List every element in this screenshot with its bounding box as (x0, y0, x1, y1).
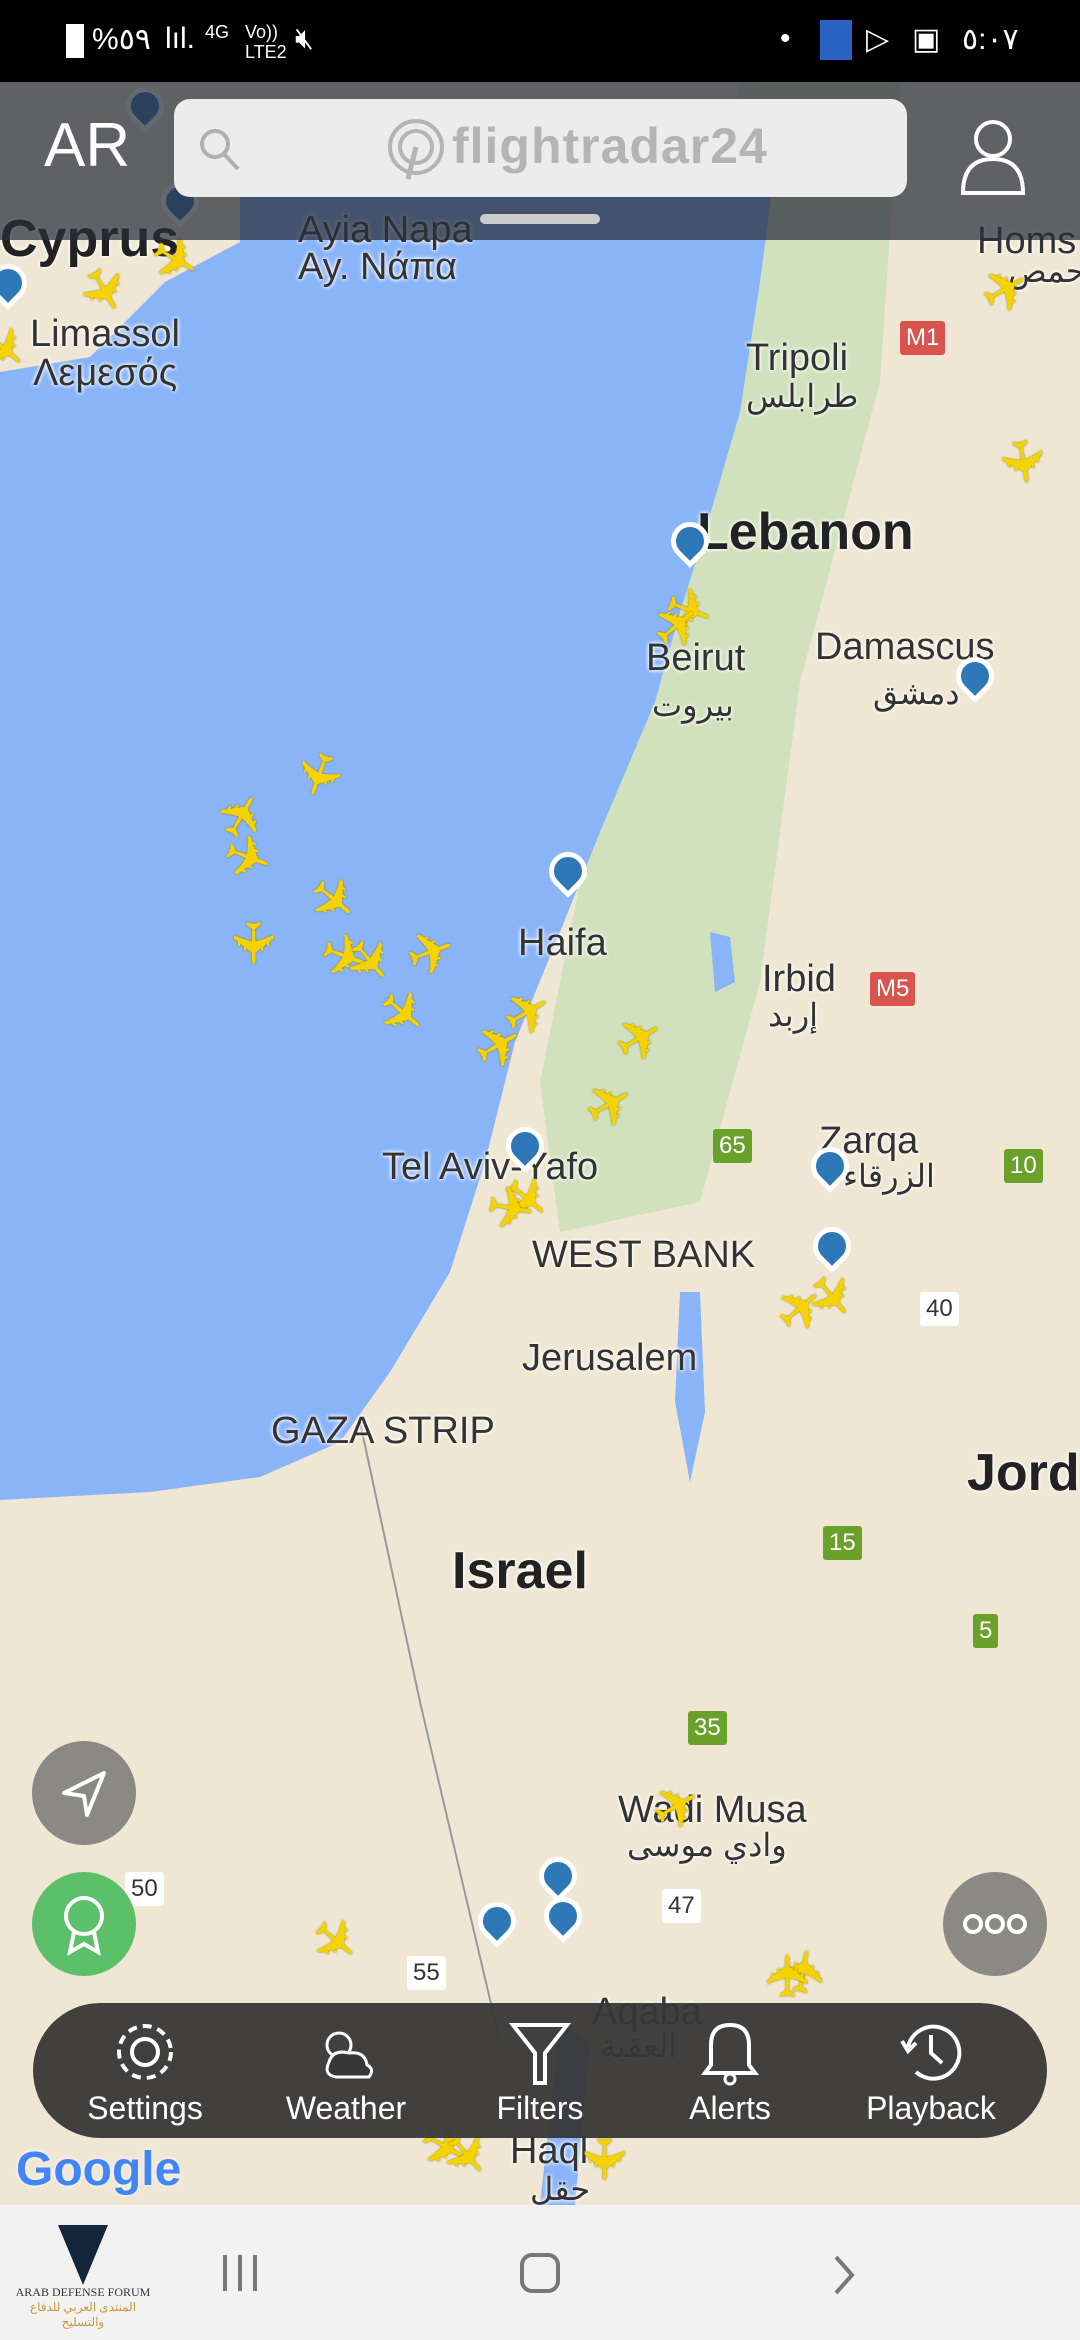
aircraft-marker[interactable]: ✈ (481, 1173, 540, 1245)
aircraft-marker[interactable]: ✈ (219, 919, 284, 968)
aircraft-marker[interactable]: ✈ (986, 432, 1058, 491)
road-shield: 5 (973, 1614, 999, 1648)
map-label: Tripoli (746, 337, 849, 379)
map-label: Limassol (30, 313, 180, 355)
road-shield: M5 (870, 972, 916, 1006)
playback-button[interactable]: Playback (841, 2003, 1021, 2138)
map-label: Jord (967, 1444, 1080, 1502)
radar-logo-icon (388, 119, 444, 180)
battery-percent: %٥٩ (92, 23, 151, 56)
aircraft-marker[interactable]: ✈ (756, 1952, 821, 2001)
recent-apps-button[interactable] (215, 2253, 265, 2293)
map-label: إربد (768, 997, 819, 1033)
map-label: طرابلس (746, 378, 859, 414)
watermark-logo: ARAB DEFENSE FORUM المنتدى العربي للدفاع… (8, 2225, 158, 2330)
filter-icon (508, 2023, 572, 2085)
drag-handle[interactable] (480, 214, 600, 224)
weather-label: Weather (285, 2090, 407, 2126)
map-label: بيروت (652, 687, 734, 723)
map-label: Ay. Νάπα (298, 246, 458, 288)
settings-label: Settings (87, 2090, 203, 2126)
map-label: Λεμεσός (33, 352, 178, 394)
locate-button[interactable] (32, 1741, 136, 1845)
map-label: Israel (452, 1542, 588, 1600)
search-icon (200, 129, 240, 171)
road-shield: 65 (713, 1129, 752, 1163)
road-shield: 47 (662, 1889, 701, 1923)
back-button[interactable] (830, 2253, 860, 2297)
map-label: دمشق (873, 675, 960, 711)
google-logo: Google (16, 2143, 182, 2196)
filters-label: Filters (496, 2090, 584, 2126)
status-bar: %٥٩ lıl. 4G Vo)) LTE2 🔇︎ • ▷ ▣ ٥:٠٧ (0, 0, 1080, 82)
map-label: وادي موسى (627, 1827, 787, 1863)
home-button[interactable] (518, 2251, 562, 2295)
award-icon (64, 1896, 104, 1956)
map-label: Jerusalem (522, 1337, 698, 1379)
map-label: GAZA STRIP (271, 1410, 495, 1452)
road-shield: 15 (823, 1526, 862, 1560)
signal-icon: lıl. (165, 22, 195, 55)
road-shield: 55 (407, 1956, 446, 1990)
more-icon (963, 1914, 1027, 1934)
clock: ٥:٠٧ (962, 23, 1019, 56)
map-label: WEST BANK (532, 1234, 756, 1276)
mute-icon: 🔇︎ (295, 22, 314, 55)
battery-icon (66, 24, 84, 58)
alerts-label: Alerts (689, 2090, 771, 2126)
road-shield: 35 (688, 1711, 727, 1745)
top-bar: AR flightradar24 (0, 82, 1080, 240)
aircraft-marker[interactable]: ✈ (570, 2135, 635, 2184)
gear-icon (117, 2024, 173, 2080)
weather-icon (325, 2031, 374, 2079)
road-shield: 40 (920, 1292, 959, 1326)
more-button[interactable] (943, 1872, 1047, 1976)
filters-button[interactable]: Filters (450, 2003, 630, 2138)
volte-indicator: Vo)) LTE2 (245, 22, 287, 62)
history-icon (900, 2024, 962, 2081)
gallery-icon: ▣ (912, 23, 941, 56)
alerts-button[interactable]: Alerts (640, 2003, 820, 2138)
road-shield: 10 (1004, 1149, 1043, 1183)
play-store-icon: ▷ (866, 23, 890, 56)
search-input[interactable]: flightradar24 (174, 99, 907, 197)
settings-button[interactable]: Settings (55, 2003, 235, 2138)
badge-button[interactable] (32, 1872, 136, 1976)
bell-icon (701, 2022, 759, 2086)
map-label: Haifa (518, 922, 607, 964)
map-label: Irbid (762, 958, 836, 1000)
weather-button[interactable]: Weather (256, 2003, 436, 2138)
border-line (359, 1421, 501, 2043)
ar-button[interactable]: AR (44, 110, 130, 181)
dead-sea (675, 1292, 705, 1482)
system-nav-bar: ARAB DEFENSE FORUM المنتدى العربي للدفاع… (0, 2205, 1080, 2340)
bottom-toolbar: Settings Weather Filters Alerts Playback (33, 2003, 1047, 2138)
search-placeholder: flightradar24 (452, 118, 768, 174)
network-type: 4G (205, 22, 230, 42)
word-icon (820, 20, 852, 60)
map-label: الزرقاء (843, 1158, 935, 1194)
flight-map[interactable]: CyprusAyia NapaAy. ΝάπαHomsLimassolΛεμεσ… (0, 82, 1080, 2205)
road-shield: M1 (900, 321, 946, 355)
map-label: Lebanon (697, 503, 914, 561)
profile-icon[interactable] (960, 117, 1026, 197)
navigation-arrow-icon (62, 1771, 106, 1817)
playback-label: Playback (866, 2090, 996, 2126)
dot-icon: • (780, 22, 791, 55)
